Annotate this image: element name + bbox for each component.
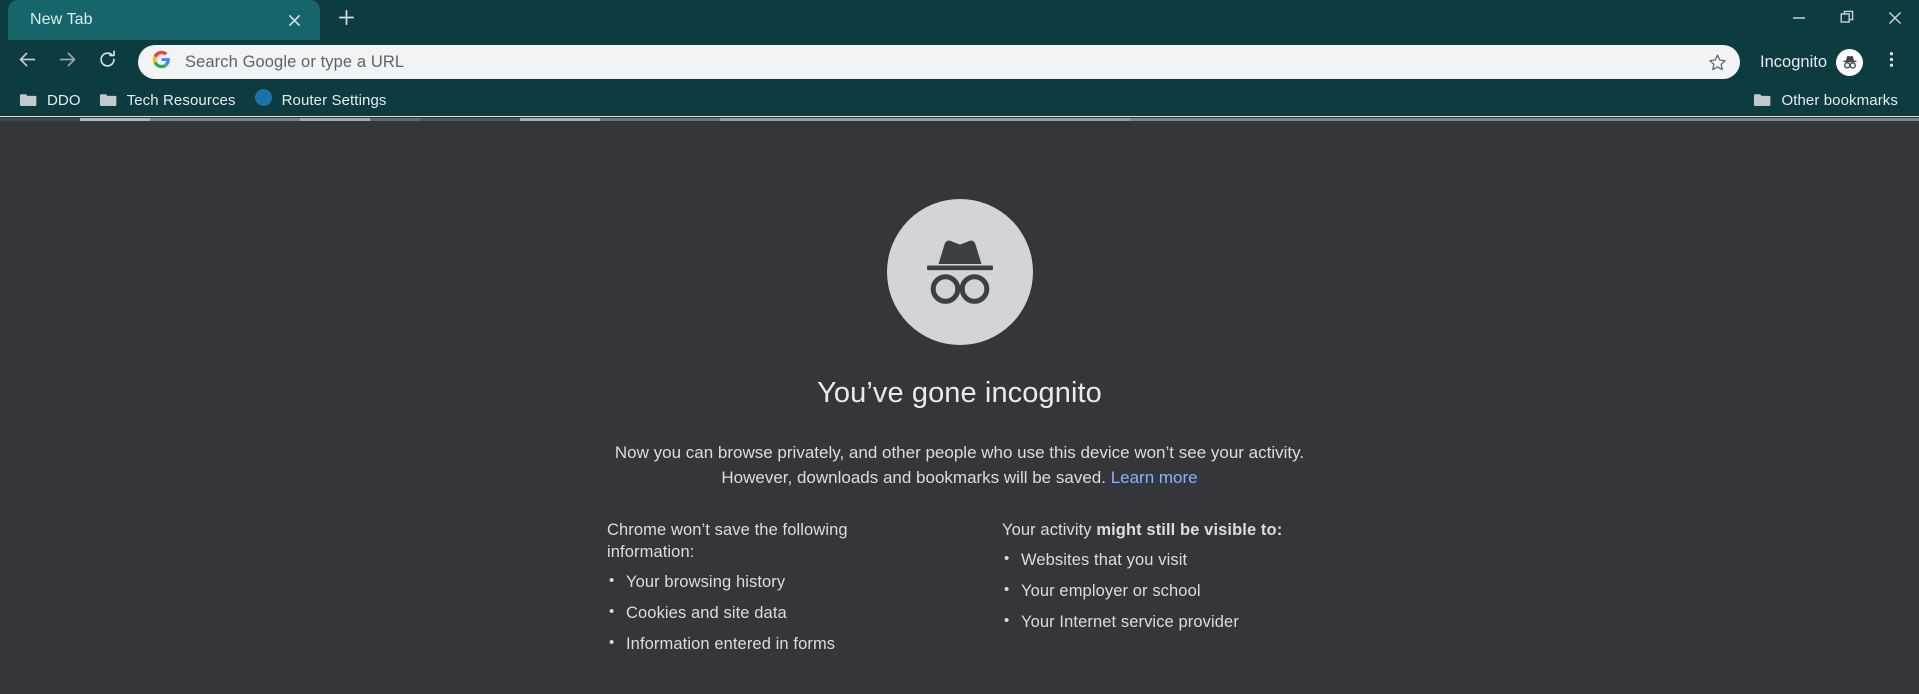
- clipped-toolbar-sliver: [0, 116, 1919, 121]
- clipped-toolbar-content: [0, 118, 1919, 121]
- page-description-line-1: Now you can browse privately, and other …: [614, 443, 1305, 462]
- minimize-icon: [1792, 11, 1806, 30]
- clipped-toolbar-divider: [0, 116, 1919, 117]
- three-dot-menu-icon: [1882, 50, 1901, 74]
- info-columns: Chrome won’t save the following informat…: [607, 519, 1312, 665]
- other-bookmarks-label: Other bookmarks: [1781, 91, 1898, 109]
- arrow-forward-icon: [57, 49, 78, 75]
- bookmarks-bar: DDO Tech Resources Router Settings Other…: [0, 84, 1919, 116]
- incognito-avatar-icon[interactable]: [1836, 48, 1863, 76]
- column-title: Your activity might still be visible to:: [1002, 519, 1312, 541]
- list-item: Cookies and site data: [607, 602, 917, 623]
- bookmark-item-ddo[interactable]: DDO: [10, 88, 90, 113]
- reload-button[interactable]: [88, 43, 126, 81]
- address-bar[interactable]: Search Google or type a URL: [138, 45, 1741, 79]
- column-list: Websites that you visit Your employer or…: [1002, 549, 1312, 632]
- new-tab-button[interactable]: [326, 0, 366, 40]
- plus-icon: [338, 9, 355, 31]
- column-not-saved: Chrome won’t save the following informat…: [607, 519, 917, 665]
- minimize-button[interactable]: [1775, 0, 1823, 40]
- forward-button[interactable]: [48, 43, 86, 81]
- bookmark-label: Router Settings: [281, 91, 387, 109]
- other-bookmarks-button[interactable]: Other bookmarks: [1744, 88, 1907, 113]
- close-button[interactable]: [1871, 0, 1919, 40]
- page-title: You’ve gone incognito: [817, 377, 1102, 409]
- profile-chip[interactable]: Incognito: [1750, 45, 1869, 79]
- column-title-emphasis: might still be visible to:: [1096, 521, 1283, 539]
- restore-icon: [1840, 10, 1855, 30]
- reload-icon: [97, 49, 118, 75]
- page-description-line-2-text: However, downloads and bookmarks will be…: [721, 468, 1106, 487]
- globe-icon: [254, 88, 273, 112]
- column-title-prefix: Your activity: [1002, 521, 1097, 539]
- window-controls: [1775, 0, 1919, 40]
- browser-tab[interactable]: New Tab: [8, 0, 320, 40]
- list-item: Your browsing history: [607, 571, 917, 592]
- tab-strip: New Tab: [0, 0, 1919, 40]
- restore-button[interactable]: [1823, 0, 1871, 40]
- browser-toolbar: Search Google or type a URL Incognito: [0, 40, 1919, 84]
- browser-menu-button[interactable]: [1873, 44, 1909, 80]
- learn-more-link[interactable]: Learn more: [1111, 468, 1198, 487]
- folder-icon: [19, 92, 38, 108]
- list-item: Your Internet service provider: [1002, 611, 1312, 632]
- folder-icon: [1753, 92, 1772, 108]
- back-button[interactable]: [8, 43, 46, 81]
- column-title: Chrome won’t save the following informat…: [607, 521, 848, 561]
- search-input[interactable]: Search Google or type a URL: [185, 53, 1702, 72]
- bookmark-item-router-settings[interactable]: Router Settings: [245, 84, 396, 116]
- profile-label: Incognito: [1760, 52, 1827, 71]
- close-icon: [1887, 10, 1903, 31]
- list-item: Websites that you visit: [1002, 549, 1312, 570]
- folder-icon: [99, 92, 118, 108]
- page-description-line-2: However, downloads and bookmarks will be…: [615, 465, 1304, 490]
- list-item: Information entered in forms: [607, 633, 917, 654]
- arrow-back-icon: [17, 49, 38, 75]
- google-g-icon: [152, 50, 171, 74]
- list-item: Your employer or school: [1002, 580, 1312, 601]
- incognito-hat-glasses-icon: [886, 199, 1033, 345]
- column-list: Your browsing history Cookies and site d…: [607, 571, 917, 654]
- browser-chrome: New Tab Search Google or type a URL Inco…: [0, 0, 1919, 121]
- tab-title: New Tab: [30, 11, 93, 28]
- bookmark-star-icon[interactable]: [1702, 47, 1732, 77]
- bookmark-label: DDO: [47, 91, 81, 109]
- bookmark-label: Tech Resources: [126, 91, 236, 109]
- page-description: Now you can browse privately, and other …: [615, 440, 1304, 490]
- column-still-visible: Your activity might still be visible to:…: [1002, 519, 1312, 665]
- incognito-new-tab-page: You’ve gone incognito Now you can browse…: [0, 121, 1919, 693]
- close-icon[interactable]: [280, 6, 308, 34]
- bookmark-item-tech-resources[interactable]: Tech Resources: [90, 88, 245, 113]
